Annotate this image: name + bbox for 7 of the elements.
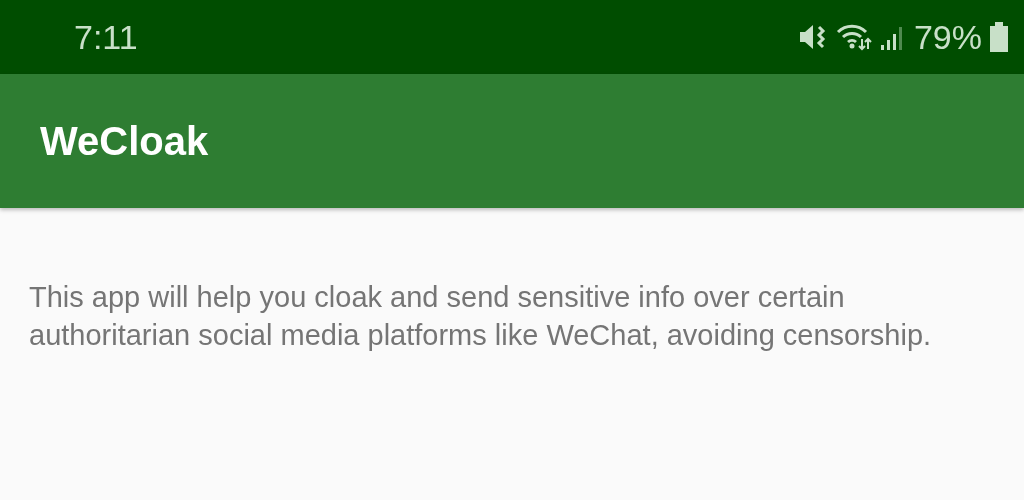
battery-icon — [990, 22, 1008, 52]
wifi-icon — [835, 23, 872, 51]
battery-percent: 79% — [913, 17, 982, 57]
vibrate-icon — [797, 23, 828, 51]
app-title: WeCloak — [40, 118, 209, 164]
description-text: This app will help you cloak and send sensitive info over certain authoritarian social media platforms like WeChat, avoiding censorship. — [29, 280, 933, 353]
status-time: 7:11 — [74, 17, 139, 57]
